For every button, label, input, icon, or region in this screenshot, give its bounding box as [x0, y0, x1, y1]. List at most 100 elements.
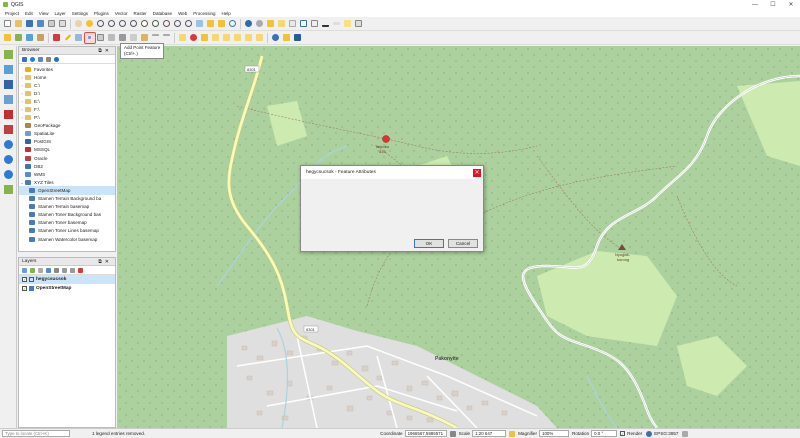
- browser-item[interactable]: Oracle: [19, 154, 115, 162]
- menu-processing[interactable]: Processing: [193, 11, 215, 16]
- browser-item[interactable]: PostGIS: [19, 138, 115, 146]
- save-as-icon[interactable]: [36, 19, 46, 29]
- toggle-extents-icon[interactable]: [449, 430, 456, 437]
- save-edits-icon[interactable]: [74, 33, 84, 43]
- add-raster-layer-icon[interactable]: [25, 33, 35, 43]
- browser-item[interactable]: SpatiaLite: [19, 130, 115, 138]
- zoom-in-icon[interactable]: [96, 19, 106, 29]
- browser-item[interactable]: › C:\: [19, 81, 115, 89]
- add-wms-icon[interactable]: [2, 138, 14, 150]
- expand-all-icon[interactable]: [62, 267, 67, 273]
- zoom-out-icon[interactable]: [107, 19, 117, 29]
- run-action-icon[interactable]: [255, 19, 265, 29]
- menu-layer[interactable]: Layer: [54, 11, 65, 16]
- refresh-icon[interactable]: [30, 56, 35, 62]
- browser-item[interactable]: › P:\: [19, 114, 115, 122]
- menu-edit[interactable]: Edit: [25, 11, 33, 16]
- new-print-layout-icon[interactable]: [47, 19, 57, 29]
- add-vector-layer-icon[interactable]: [14, 33, 24, 43]
- field-calculator-icon[interactable]: [310, 19, 320, 29]
- menu-view[interactable]: View: [39, 11, 49, 16]
- menu-settings[interactable]: Settings: [72, 11, 88, 16]
- show-hide-labels-icon[interactable]: [200, 33, 210, 43]
- layer-item-openstreetmap[interactable]: ✓ OpenStreetMap: [19, 284, 115, 293]
- coordinate-field[interactable]: 1966567,5986571: [404, 430, 447, 437]
- python-console-icon[interactable]: [282, 33, 292, 43]
- layer-item-hegycsucsok[interactable]: ✓ hegycsucsok: [19, 275, 115, 284]
- add-delimited-text-icon[interactable]: [36, 33, 46, 43]
- redo-icon[interactable]: [162, 33, 172, 43]
- xyz-tile-item[interactable]: OpenStreetMap: [19, 186, 115, 195]
- new-map-view-icon[interactable]: [195, 19, 205, 29]
- maximize-button[interactable]: ☐: [764, 0, 782, 9]
- select-by-value-icon[interactable]: [277, 19, 287, 29]
- rotation-field[interactable]: 0.0 °: [591, 430, 618, 437]
- remove-layer-icon[interactable]: [78, 267, 83, 273]
- paste-features-icon[interactable]: [140, 33, 150, 43]
- panel-float-close-icons[interactable]: ⧉✕: [98, 259, 112, 265]
- add-wfs-icon[interactable]: [2, 168, 14, 180]
- browser-item[interactable]: GeoPackage: [19, 122, 115, 130]
- metasearch-icon[interactable]: [293, 33, 303, 43]
- map-tips-icon[interactable]: [343, 19, 353, 29]
- menu-web[interactable]: Web: [178, 11, 187, 16]
- globe-plugin-icon[interactable]: [271, 33, 281, 43]
- locator-search-input[interactable]: Type to locate (Ctrl+K): [2, 430, 70, 437]
- menu-plugins[interactable]: Plugins: [94, 11, 109, 16]
- xyz-tile-item[interactable]: Stamen Toner Background bas: [19, 211, 115, 219]
- filter-legend-icon[interactable]: [46, 267, 51, 273]
- menu-raster[interactable]: Raster: [134, 11, 147, 16]
- zoom-selection-icon[interactable]: [140, 19, 150, 29]
- panel-float-close-icons[interactable]: ⧉✕: [98, 48, 112, 54]
- zoom-native-icon[interactable]: [162, 19, 172, 29]
- rotate-label-icon[interactable]: [222, 33, 232, 43]
- zoom-layer-icon[interactable]: [151, 19, 161, 29]
- xyz-tile-item[interactable]: Stamen Terrain Background ba: [19, 195, 115, 203]
- xyz-tile-item[interactable]: Stamen Toner Lines basemap: [19, 227, 115, 235]
- save-project-icon[interactable]: [25, 19, 35, 29]
- menu-vector[interactable]: Vector: [115, 11, 128, 16]
- cancel-button[interactable]: Cancel: [448, 239, 478, 248]
- add-vector-layer-side-icon[interactable]: [2, 48, 14, 60]
- new-shapefile-icon[interactable]: [2, 183, 14, 195]
- statistics-sigma-icon[interactable]: [321, 19, 331, 29]
- text-annotation-icon[interactable]: [354, 19, 364, 29]
- label-tool-icon[interactable]: [178, 33, 188, 43]
- messages-icon[interactable]: [682, 430, 689, 437]
- current-edits-icon[interactable]: [52, 33, 62, 43]
- data-source-manager-icon[interactable]: [3, 33, 13, 43]
- refresh-icon[interactable]: [228, 19, 238, 29]
- toggle-editing-pencil-icon[interactable]: [63, 33, 73, 43]
- open-layer-styling-icon[interactable]: [22, 267, 27, 273]
- zoom-last-icon[interactable]: [173, 19, 183, 29]
- undo-icon[interactable]: [151, 33, 161, 43]
- add-oracle-icon[interactable]: [2, 123, 14, 135]
- add-group-icon[interactable]: [30, 267, 35, 273]
- minimize-button[interactable]: —: [746, 0, 764, 9]
- select-features-icon[interactable]: [266, 19, 276, 29]
- browser-item[interactable]: WMS: [19, 170, 115, 178]
- dialog-close-button[interactable]: ✕: [473, 169, 481, 177]
- pan-to-selection-icon[interactable]: [85, 19, 95, 29]
- delete-selected-icon[interactable]: [107, 33, 117, 43]
- show-bookmarks-icon[interactable]: [217, 19, 227, 29]
- xyz-tile-item[interactable]: Stamen Toner basemap: [19, 219, 115, 227]
- magnifier-field[interactable]: 100%: [539, 430, 570, 437]
- add-raster-layer-side-icon[interactable]: [2, 63, 14, 75]
- pin-labels-icon[interactable]: [189, 33, 199, 43]
- scale-field[interactable]: 1:20 647: [472, 430, 507, 437]
- properties-icon[interactable]: [54, 56, 59, 62]
- add-selected-layers-icon[interactable]: [22, 56, 27, 62]
- cut-features-icon[interactable]: [118, 33, 128, 43]
- filter-icon[interactable]: [38, 56, 43, 62]
- browser-item[interactable]: MSSQL: [19, 146, 115, 154]
- identify-features-icon[interactable]: [244, 19, 254, 29]
- label-properties-icon[interactable]: [255, 33, 265, 43]
- crs-globe-icon[interactable]: [646, 430, 653, 437]
- crs-label[interactable]: EPSG:3857: [654, 431, 678, 436]
- vertex-tool-icon[interactable]: [96, 33, 106, 43]
- filter-expression-icon[interactable]: [54, 267, 59, 273]
- print-layouts-icon[interactable]: [58, 19, 68, 29]
- collapse-all-icon[interactable]: [70, 267, 75, 273]
- render-checkbox[interactable]: ✓: [620, 431, 626, 436]
